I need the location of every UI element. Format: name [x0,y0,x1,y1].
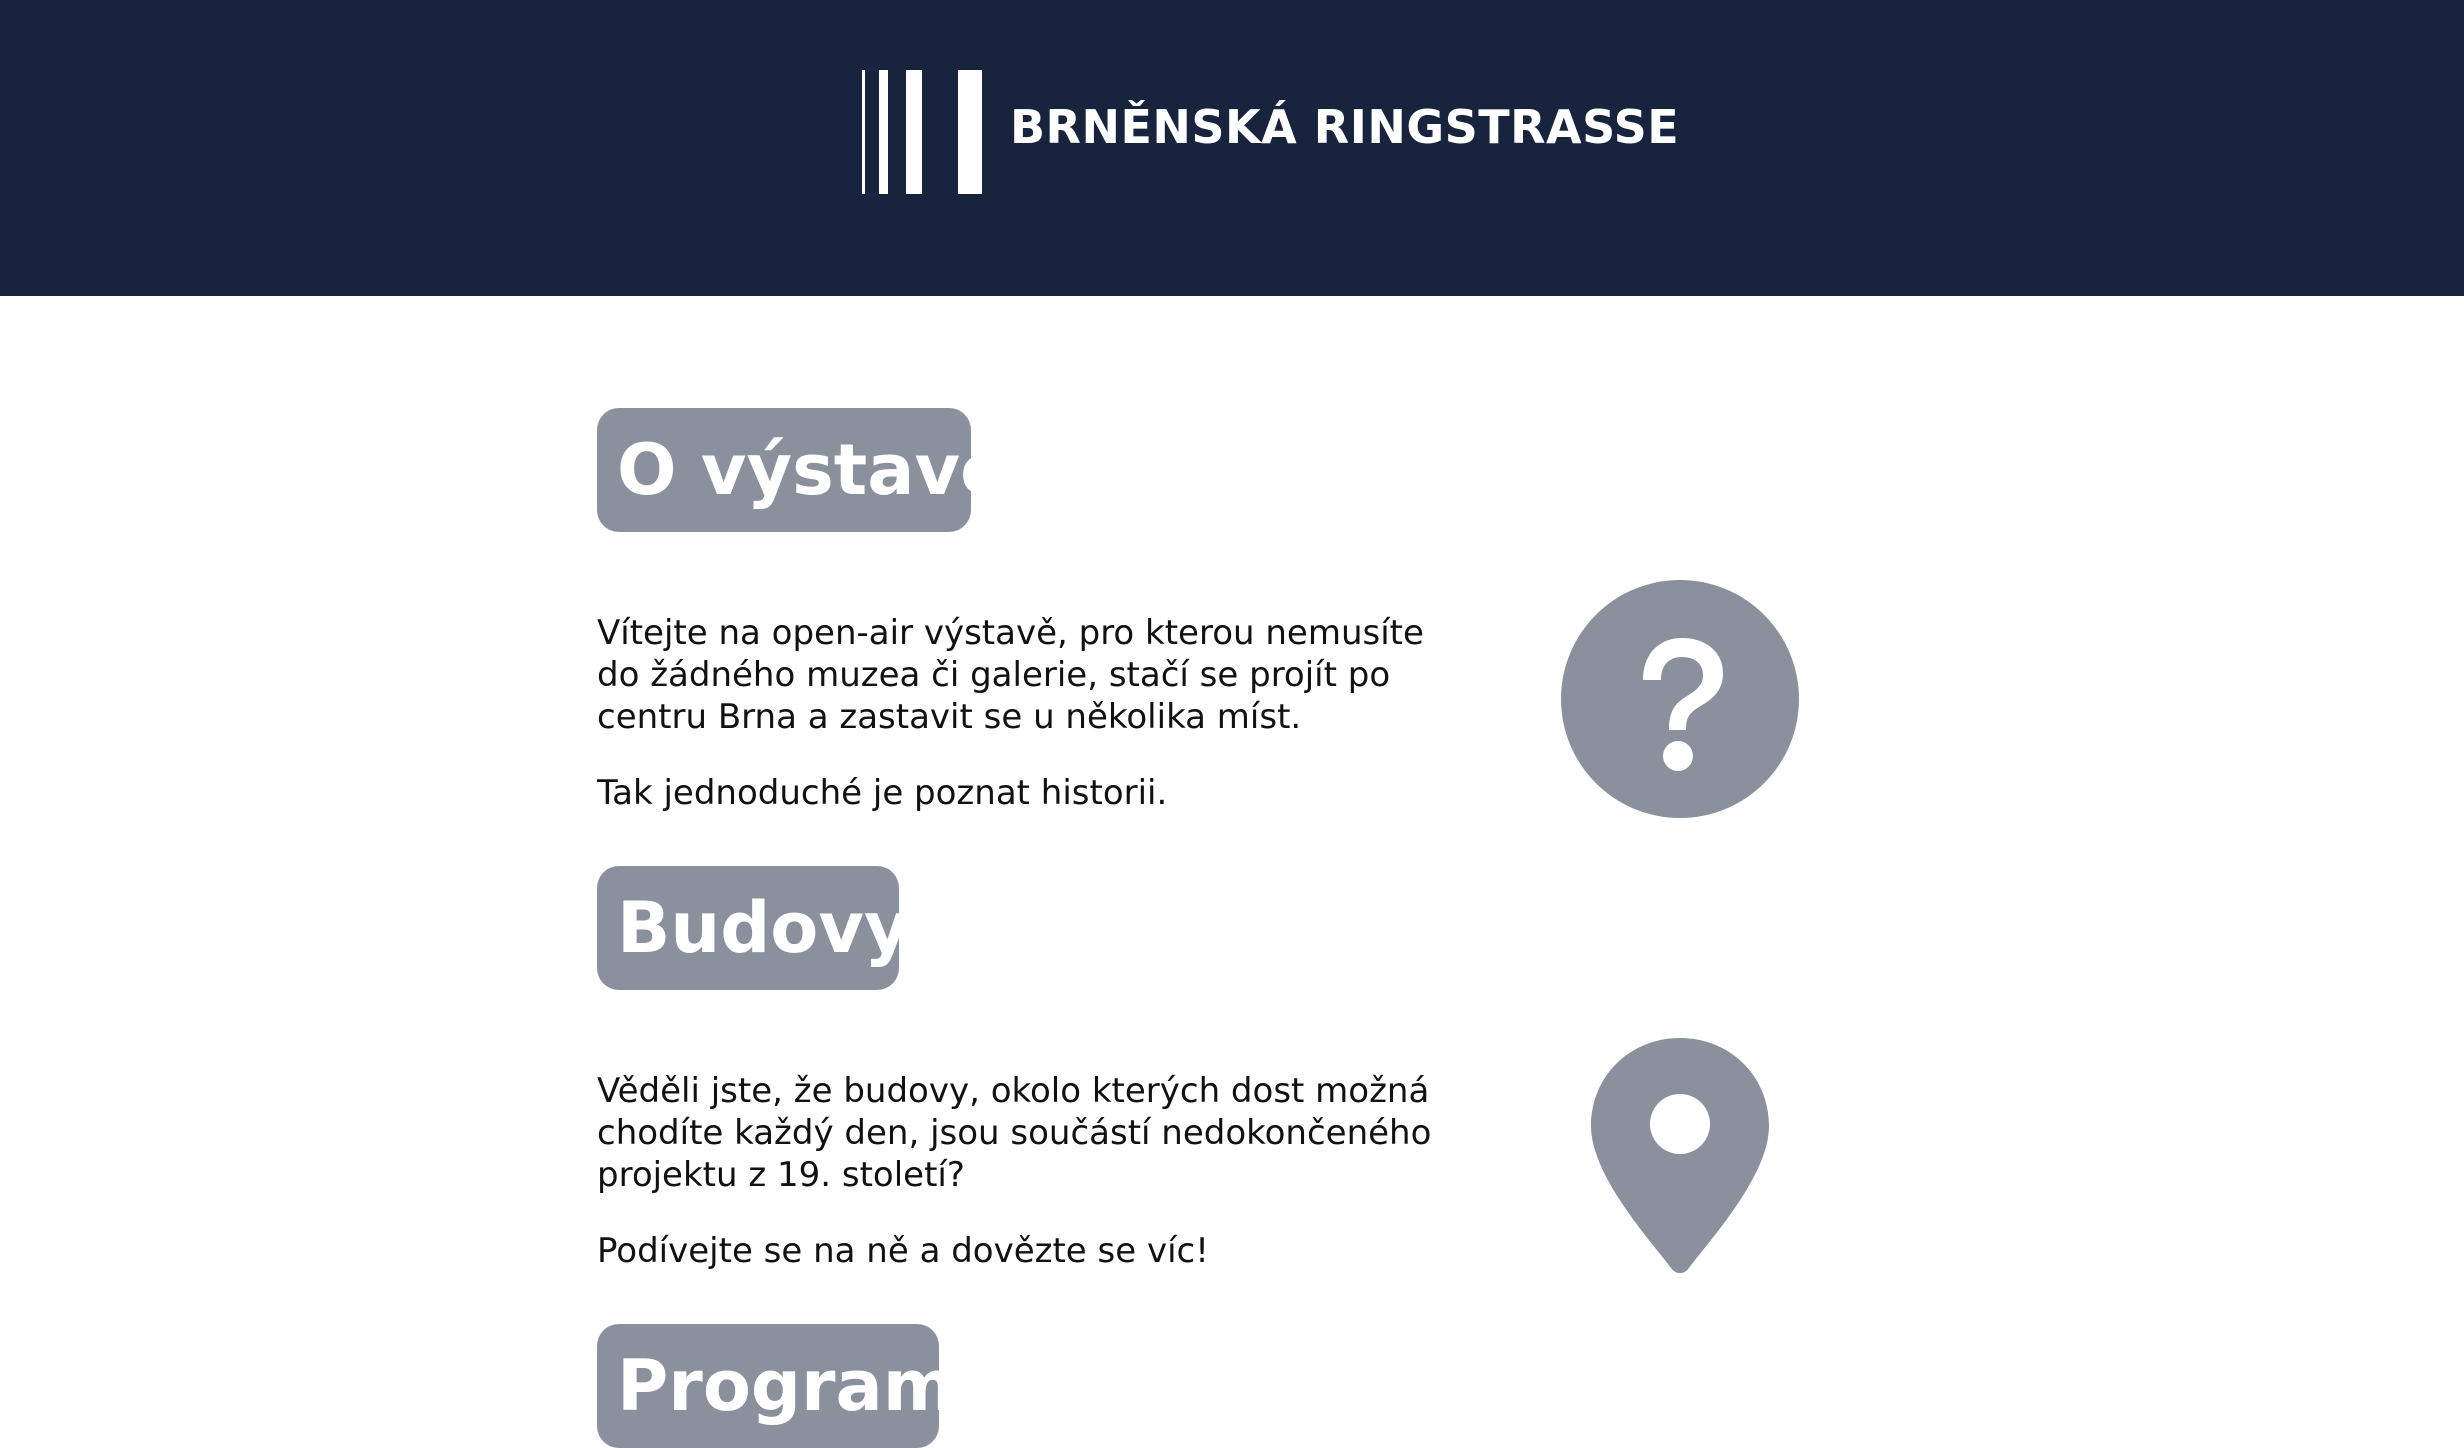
question-mark-icon [1561,580,1799,818]
buildings-paragraph-1: Věděli jste, že budovy, okolo kterých do… [597,1071,1432,1195]
buildings-paragraph-2: Podívejte se na ně a dovězte se víc! [597,1231,1209,1271]
section-heading-buildings: Budovy [597,866,910,990]
section-heading-program: Program [597,1324,956,1448]
site-title: BRNĚNSKÁ RINGSTRASSE [1010,100,1680,154]
map-pin-icon [1591,1038,1769,1274]
site-logo[interactable]: BRNĚNSKÁ RINGSTRASSE [860,68,1679,196]
site-header: BRNĚNSKÁ RINGSTRASSE [0,0,2464,296]
section-heading-about: O výstavě [597,408,1008,532]
about-paragraph-2: Tak jednoduché je poznat historii. [597,773,1168,813]
main-content: O výstavě Vítejte na open-air výstavě, p… [0,296,2464,1448]
logo-bars-icon [862,70,982,194]
about-paragraph-1: Vítejte na open-air výstavě, pro kterou … [597,613,1424,737]
